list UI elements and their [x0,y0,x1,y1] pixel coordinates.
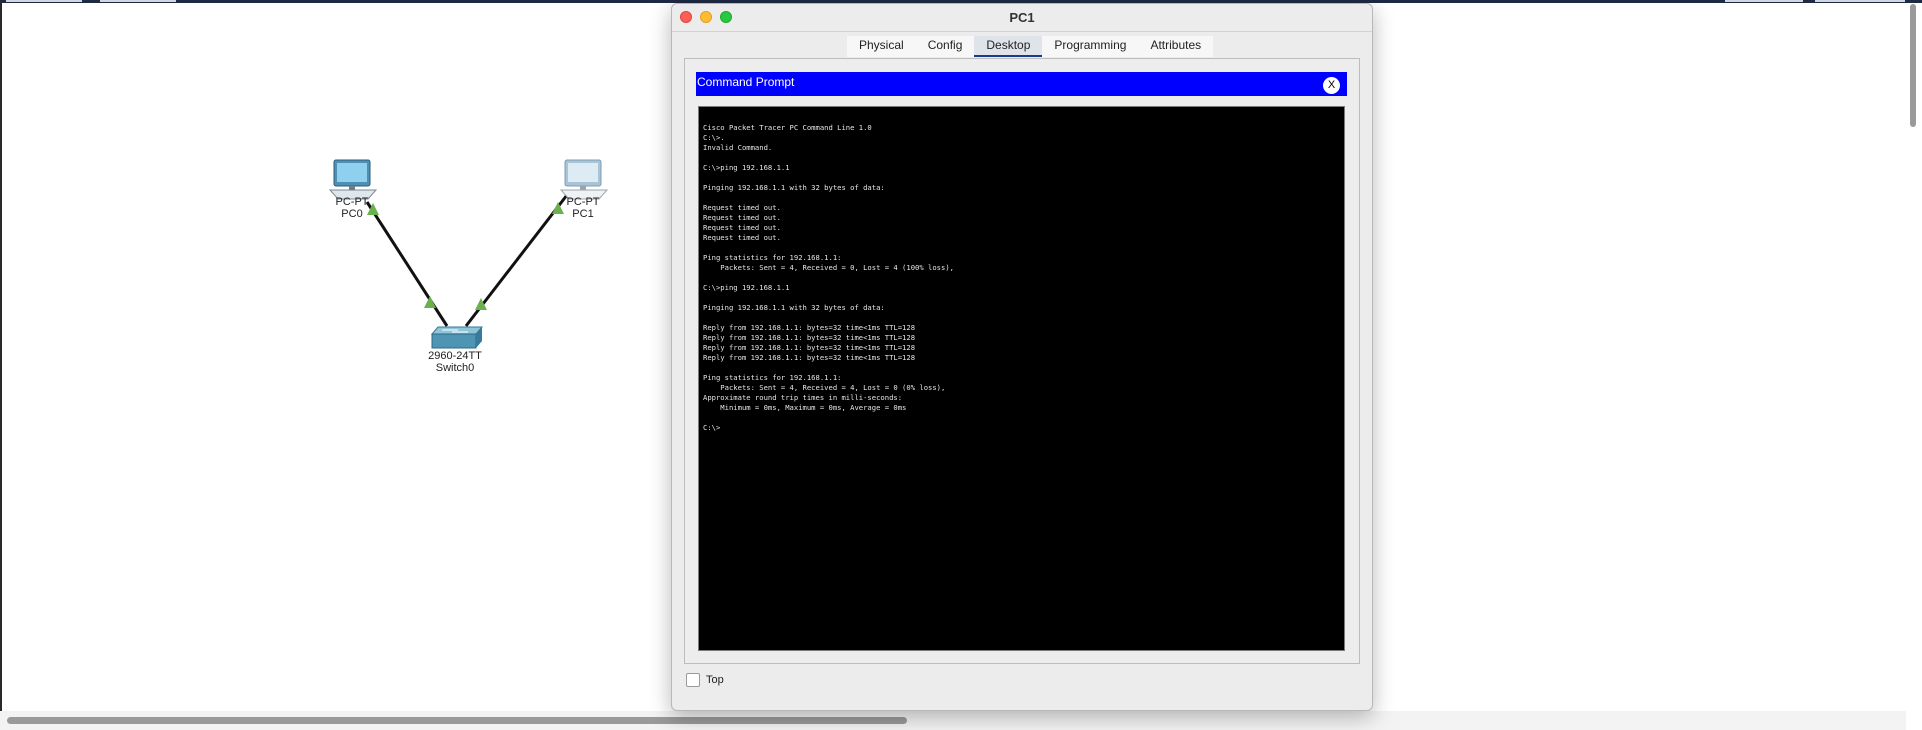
pc-icon[interactable] [328,159,378,200]
device-name-label: PC1 [572,208,594,220]
top-bar-tab[interactable] [1815,0,1905,2]
device-name-label: PC0 [341,208,363,220]
vertical-scrollbar-thumb[interactable] [1910,4,1916,127]
command-prompt-header: Command Prompt X [696,72,1347,96]
switch-icon[interactable] [430,326,484,349]
device-type-label: PC-PT [566,196,600,208]
top-checkbox-label: Top [706,674,724,686]
command-prompt-title: Command Prompt [697,75,795,89]
vertical-scrollbar[interactable] [1906,0,1920,710]
device-type-label: PC-PT [335,196,369,208]
device-type-label: 2960-24TT [428,350,482,362]
device-label-pc0: PC-PT PC0 [327,196,377,220]
horizontal-scrollbar[interactable] [0,711,1906,730]
device-label-switch0: 2960-24TT Switch0 [420,350,490,374]
tab-physical[interactable]: Physical [847,36,916,55]
top-bar-tab[interactable] [100,0,176,2]
pc1-window[interactable]: PC1 Physical Config Desktop Programming … [671,3,1373,711]
window-titlebar[interactable]: PC1 [672,4,1372,32]
tab-config[interactable]: Config [916,36,975,55]
top-bar-tab[interactable] [1725,0,1803,2]
pc-icon[interactable] [559,159,609,200]
horizontal-scrollbar-thumb[interactable] [7,717,907,724]
command-prompt-close-button[interactable]: X [1323,77,1340,94]
link-status-triangle [424,296,436,308]
desktop-panel: Command Prompt X Cisco Packet Tracer PC … [684,58,1360,664]
device-tabs: Physical Config Desktop Programming Attr… [847,36,1214,57]
terminal-output: Cisco Packet Tracer PC Command Line 1.0 … [703,123,954,432]
tab-programming[interactable]: Programming [1042,36,1138,55]
top-bar-tab[interactable] [6,0,82,2]
device-label-pc1: PC-PT PC1 [558,196,608,220]
tab-desktop[interactable]: Desktop [974,36,1043,57]
tab-attributes[interactable]: Attributes [1138,36,1213,55]
top-checkbox[interactable] [686,673,700,687]
device-name-label: Switch0 [435,362,475,374]
top-option: Top [686,673,724,687]
command-prompt-terminal[interactable]: Cisco Packet Tracer PC Command Line 1.0 … [698,106,1345,651]
window-title: PC1 [1009,10,1035,25]
